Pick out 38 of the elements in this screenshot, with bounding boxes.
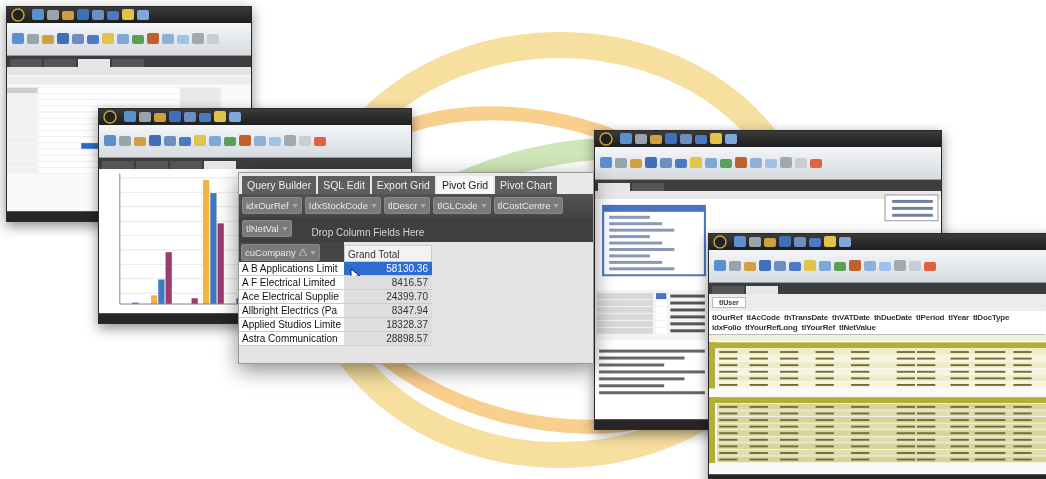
field-chip[interactable]: tlNetVal [242,220,292,237]
column-header[interactable]: tlOurRef [712,313,743,322]
row-header: Allbright Electrics (Pa [239,304,344,318]
row-header: A B Applications Limit [239,262,344,276]
column-header[interactable]: idxFolio [712,323,742,332]
field-chip[interactable]: IdxStockCode [304,197,381,214]
tab[interactable]: Export Grid [371,176,435,194]
column-header[interactable]: thDueDate [873,313,913,322]
field-chip[interactable]: tlCostCentre [493,197,564,214]
table-cell[interactable]: 18328.37 [343,318,432,332]
table-cell[interactable]: 8347.94 [343,304,432,318]
table-cell[interactable]: 24399.70 [343,290,432,304]
column-header[interactable]: tlNetValue [839,323,876,332]
drop-area-hint: Drop Column Fields Here [311,227,425,238]
row-header: Applied Studios Limite [239,318,344,332]
field-chip[interactable]: idxOurRef [242,197,302,214]
column-header[interactable]: tlYourRef [801,323,836,332]
column-header[interactable]: tlYear [948,313,969,322]
tab[interactable]: SQL Edit [318,176,370,194]
row-header: Ace Electrical Supplie [239,290,344,304]
column-header[interactable]: thVATDate [831,313,870,322]
field-chip[interactable]: cuCompany [241,244,320,261]
column-header[interactable]: tlPeriod [916,313,945,322]
field-chip[interactable]: tlGLCode [433,197,491,214]
tab[interactable]: Pivot Grid [436,176,494,194]
column-header[interactable]: tlDocType [972,313,1010,322]
table-cell[interactable]: 28898.57 [343,332,432,346]
table-cell[interactable]: 58130.36 [343,262,432,276]
table-cell[interactable]: 8416.57 [343,276,432,290]
column-header[interactable]: tlAcCode [746,313,780,322]
column-header[interactable]: thTransDate [783,313,828,322]
tab[interactable]: Pivot Chart [495,176,557,194]
column-header[interactable]: tlYourRefLong [745,323,798,332]
tab[interactable]: Query Builder [242,176,317,194]
row-header: Astra Communication [239,332,344,346]
row-header: A F Electrical Limited [239,276,344,290]
column-header: Grand Total [343,245,432,262]
field-chip[interactable]: tlDescr [383,197,431,214]
